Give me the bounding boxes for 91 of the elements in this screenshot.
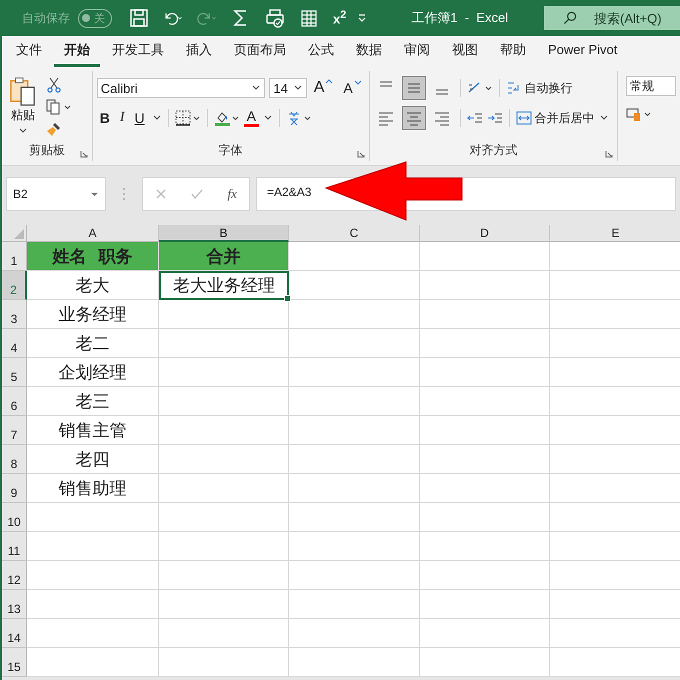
caret-icon [354,80,362,85]
shrink-font-button[interactable]: A [340,80,365,96]
table-cell: 老二 [27,329,159,358]
table-cell: 企划经理 [27,358,159,387]
dialog-launcher-icon[interactable] [605,150,613,158]
format-painter-icon[interactable] [46,121,62,137]
row-header[interactable]: 3 [2,300,27,329]
number-format-field[interactable]: 常规 [626,76,676,96]
table-cell: 姓名 职务 [27,242,159,271]
superscript-button[interactable]: x$^{2}$ [333,9,346,27]
table-cell: 业务经理 [27,300,159,329]
caret-icon[interactable] [152,115,162,121]
ribbon-tab[interactable]: 审阅 [394,36,440,67]
horizontal-align-icon[interactable] [402,106,426,130]
ribbon-tab[interactable]: 帮助 [490,36,536,67]
column-header[interactable]: C [289,225,420,242]
row-header[interactable]: 14 [2,619,27,648]
row-header[interactable]: 10 [2,503,27,532]
column-header[interactable]: D [420,225,550,242]
font-size-field[interactable]: 14 [269,78,307,98]
save-icon[interactable] [129,8,149,28]
dialog-launcher-icon[interactable] [80,150,88,158]
font-color-button[interactable]: A [244,109,259,127]
column-header[interactable]: B [159,225,289,242]
merge-center-button[interactable]: 合并后居中 [516,110,595,126]
table-cell: 销售主管 [27,416,159,445]
ribbon-tab[interactable]: 公式 [298,36,344,67]
table-cell: 老大 [27,271,159,300]
column-header[interactable]: E [550,225,680,242]
scissors-icon[interactable] [46,77,62,93]
table-cell: 销售助理 [27,474,159,503]
caret-icon [251,85,262,91]
font-name-field[interactable]: Calibri [96,78,266,98]
caret-icon[interactable] [598,115,609,121]
row-header[interactable]: 15 [2,648,27,677]
merge-icon [516,110,532,126]
row-header[interactable]: 12 [2,561,27,590]
group-label: 字体 [218,142,243,159]
row-header[interactable]: 4 [2,329,27,358]
clipboard-icon [9,77,37,107]
search-icon [562,10,578,26]
borders-icon[interactable] [174,110,201,126]
phonetic-icon[interactable] [286,110,312,126]
wrap-text-button[interactable]: 自动换行 [506,80,573,96]
caret-icon [292,85,303,91]
grow-font-button[interactable]: A [310,79,336,97]
caret-icon[interactable] [263,115,273,121]
caret-icon [90,192,99,196]
row-header[interactable]: 1 [2,242,27,271]
underline-button[interactable]: U [132,110,148,126]
table-cell: 合并 [159,242,289,271]
search-field[interactable]: 搜索(Alt+Q) [544,6,680,30]
name-box[interactable]: B2 [6,177,106,211]
dialog-launcher-icon[interactable] [356,150,365,158]
vertical-align-icon[interactable] [402,76,426,100]
insert-function-button[interactable]: fx [228,186,237,202]
row-header[interactable]: 13 [2,590,27,619]
table-cell: 老四 [27,445,159,474]
up-caret-icon [325,79,334,84]
grid-icon[interactable] [299,8,319,28]
row-header[interactable]: 2 [2,271,27,300]
customize-caret-icon[interactable] [357,13,368,23]
ribbon-tab[interactable]: Power Pivot [538,36,628,67]
paste-button[interactable]: 粘贴 [6,73,40,140]
row-header[interactable]: 8 [2,445,27,474]
ribbon-tab[interactable]: 开发工具 [102,36,174,67]
row-header[interactable]: 7 [2,416,27,445]
printer-icon[interactable] [265,8,285,28]
ribbon-tab[interactable]: 文件 [6,36,52,67]
fill-color-icon[interactable] [214,110,240,126]
row-header[interactable]: 11 [2,532,27,561]
ribbon-tab[interactable]: 数据 [346,36,392,67]
row-header[interactable]: 6 [2,387,27,416]
table-cell: 老大业务经理 [159,271,289,300]
bold-button[interactable]: B [96,110,113,126]
window-title: 工作簿1 - Excel [411,9,508,27]
row-header[interactable]: 5 [2,358,27,387]
ribbon-tab[interactable]: 页面布局 [224,36,296,67]
table-cell: 老三 [27,387,159,416]
italic-button[interactable]: I [116,110,128,126]
more-icon [122,187,126,201]
ribbon-tab[interactable]: 视图 [442,36,488,67]
currency-format-icon[interactable] [626,106,652,122]
autosave-label: 自动保存 [22,10,70,26]
caret-icon [18,128,28,134]
group-label: 剪贴板 [28,142,65,159]
group-label: 对齐方式 [469,142,518,159]
column-header[interactable]: A [27,225,159,242]
copy-icon[interactable] [46,99,72,115]
row-header[interactable]: 9 [2,474,27,503]
ribbon-tab[interactable]: 插入 [176,36,222,67]
